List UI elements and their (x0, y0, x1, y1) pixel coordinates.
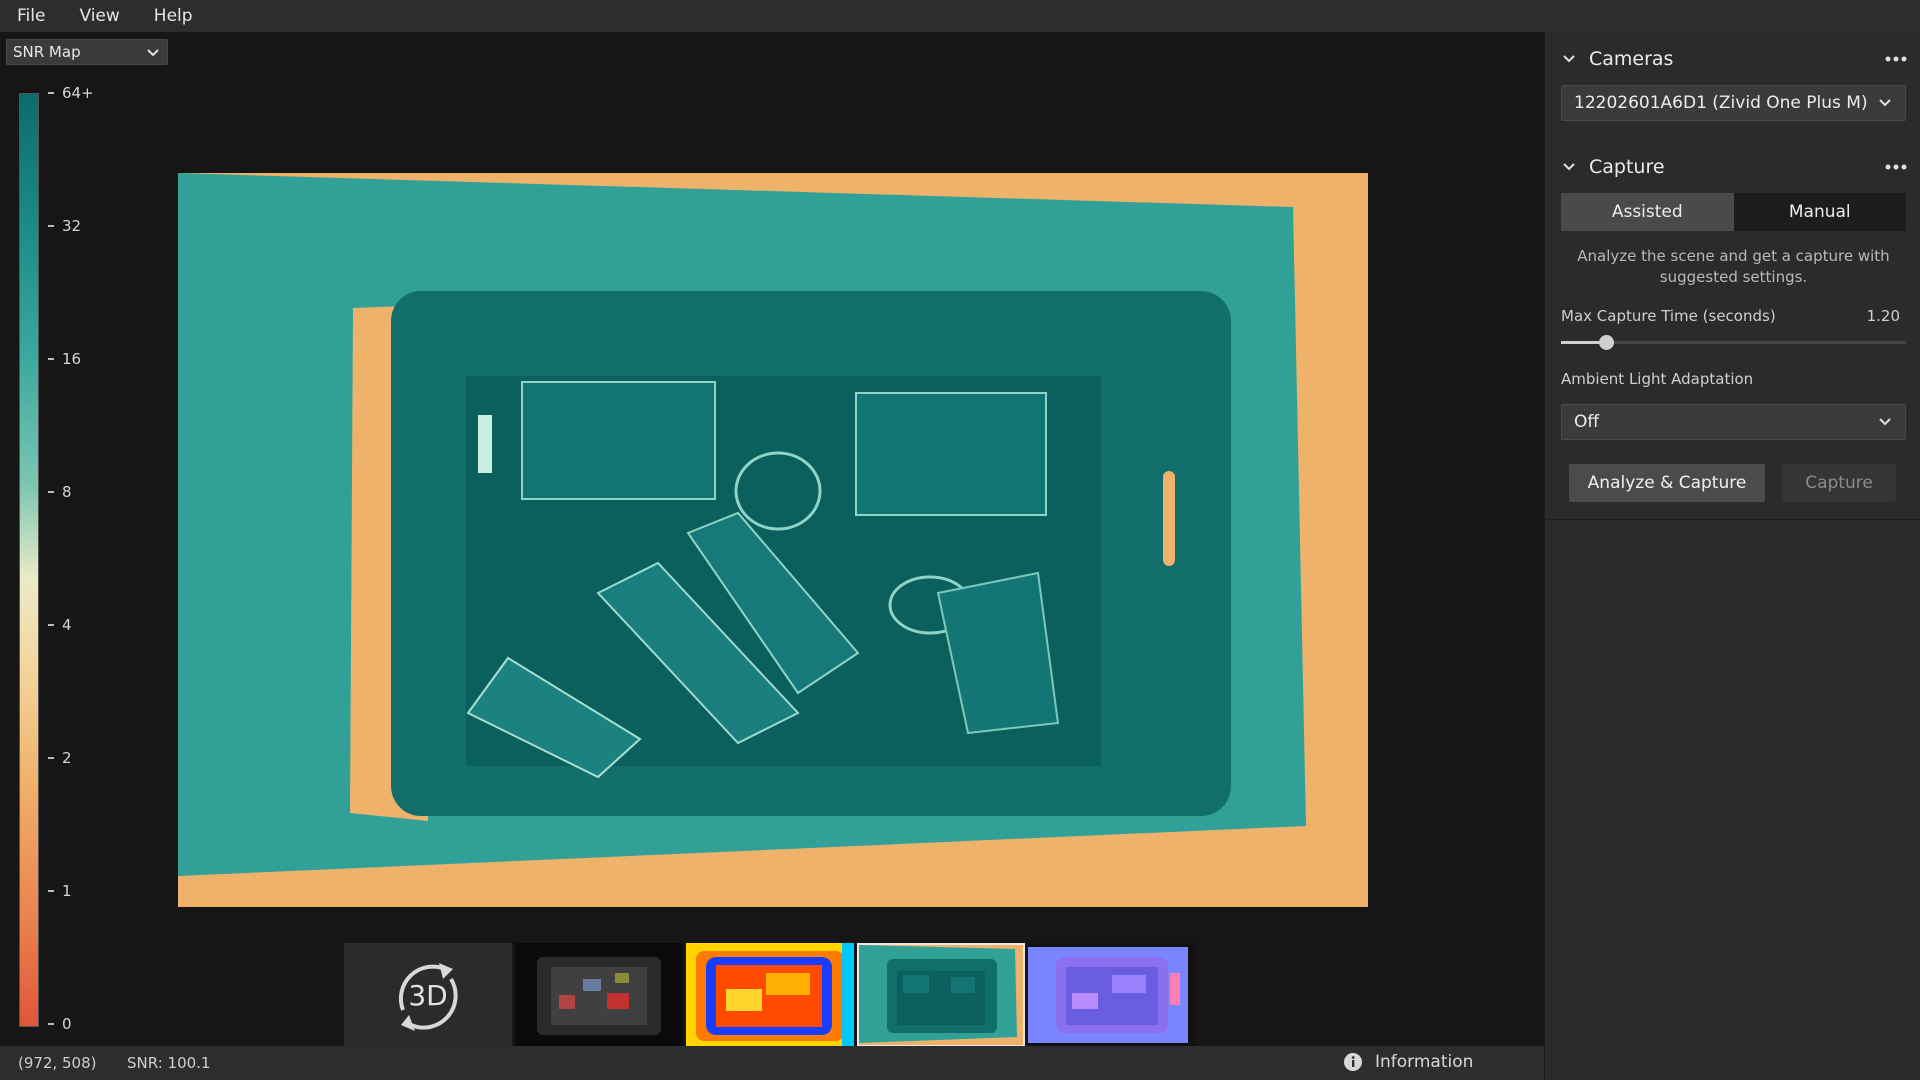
thumbnail-normals[interactable] (1028, 943, 1196, 1047)
analyze-capture-button[interactable]: Analyze & Capture (1569, 464, 1765, 502)
menu-view[interactable]: View (62, 0, 136, 32)
tab-manual[interactable]: Manual (1733, 193, 1906, 231)
ambient-light-select[interactable]: Off (1561, 404, 1906, 440)
color-image-thumbnail (537, 957, 661, 1035)
cameras-title: Cameras (1589, 48, 1674, 70)
colorbar-tick: 8 (48, 483, 72, 501)
max-capture-time-label: Max Capture Time (seconds) (1561, 307, 1776, 325)
normals-map-thumbnail (1028, 947, 1188, 1043)
view-mode-value: SNR Map (13, 43, 81, 61)
snr-map-image[interactable] (178, 173, 1368, 907)
menu-file[interactable]: File (0, 0, 62, 32)
colorbar-tick: 1 (48, 882, 72, 900)
ambient-light-value: Off (1574, 412, 1600, 432)
chevron-down-icon (1879, 418, 1891, 426)
colorbar-tick: 0 (48, 1015, 72, 1033)
camera-select-value: 12202601A6D1 (Zivid One Plus M) (1574, 93, 1868, 113)
thumbnail-3d-label: 3D (408, 979, 448, 1012)
snr-colorbar (19, 93, 39, 1027)
assisted-hint-text: Analyze the scene and get a capture with… (1577, 247, 1890, 286)
colorbar-tick: 16 (48, 350, 81, 368)
capture-mode-toggle: Assisted Manual (1561, 193, 1906, 231)
colorbar-tick: 4 (48, 616, 72, 634)
more-options-icon[interactable] (1885, 55, 1907, 63)
capture-title: Capture (1589, 156, 1665, 178)
slider-handle[interactable] (1598, 335, 1614, 350)
snr-map-thumbnail (859, 945, 1017, 1043)
tab-assisted[interactable]: Assisted (1561, 193, 1734, 231)
camera-select[interactable]: 12202601A6D1 (Zivid One Plus M) (1561, 85, 1906, 121)
chevron-down-icon (1563, 163, 1575, 171)
thumbnail-color[interactable] (515, 943, 683, 1047)
info-icon (1344, 1053, 1362, 1071)
view-thumbnails: 3D (344, 943, 1196, 1047)
settings-panel: Cameras 12202601A6D1 (Zivid One Plus M) … (1544, 32, 1920, 1080)
ambient-light-label: Ambient Light Adaptation (1561, 370, 1754, 388)
capture-button[interactable]: Capture (1782, 464, 1896, 502)
depth-map-thumbnail (686, 943, 854, 1047)
max-capture-time-slider[interactable] (1561, 335, 1906, 350)
more-options-icon[interactable] (1885, 163, 1907, 171)
chevron-down-icon (1563, 55, 1575, 63)
menu-bar: File View Help (0, 0, 1920, 32)
thumbnail-depth[interactable] (686, 943, 854, 1047)
information-label: Information (1375, 1052, 1474, 1072)
status-bar: (972, 508) SNR: 100.1 Information (0, 1046, 1544, 1080)
information-button[interactable]: Information (1343, 1052, 1473, 1072)
snr-readout: SNR: 100.1 (127, 1054, 211, 1072)
menu-help[interactable]: Help (137, 0, 210, 32)
thumbnail-snr[interactable] (857, 943, 1025, 1047)
view-mode-select[interactable]: SNR Map (6, 39, 168, 65)
cursor-coordinates: (972, 508) (18, 1054, 97, 1072)
thumbnail-3d[interactable]: 3D (344, 943, 512, 1047)
panel-divider (1545, 519, 1920, 520)
capture-section-header[interactable]: Capture (1561, 152, 1907, 182)
cameras-section-header[interactable]: Cameras (1561, 44, 1907, 74)
max-capture-time-value: 1.20 (1866, 307, 1900, 325)
chevron-down-icon (1879, 99, 1891, 107)
chevron-down-icon (147, 49, 159, 57)
colorbar-tick: 2 (48, 749, 72, 767)
colorbar-tick: 32 (48, 217, 81, 235)
colorbar-tick: 64+ (48, 84, 94, 102)
